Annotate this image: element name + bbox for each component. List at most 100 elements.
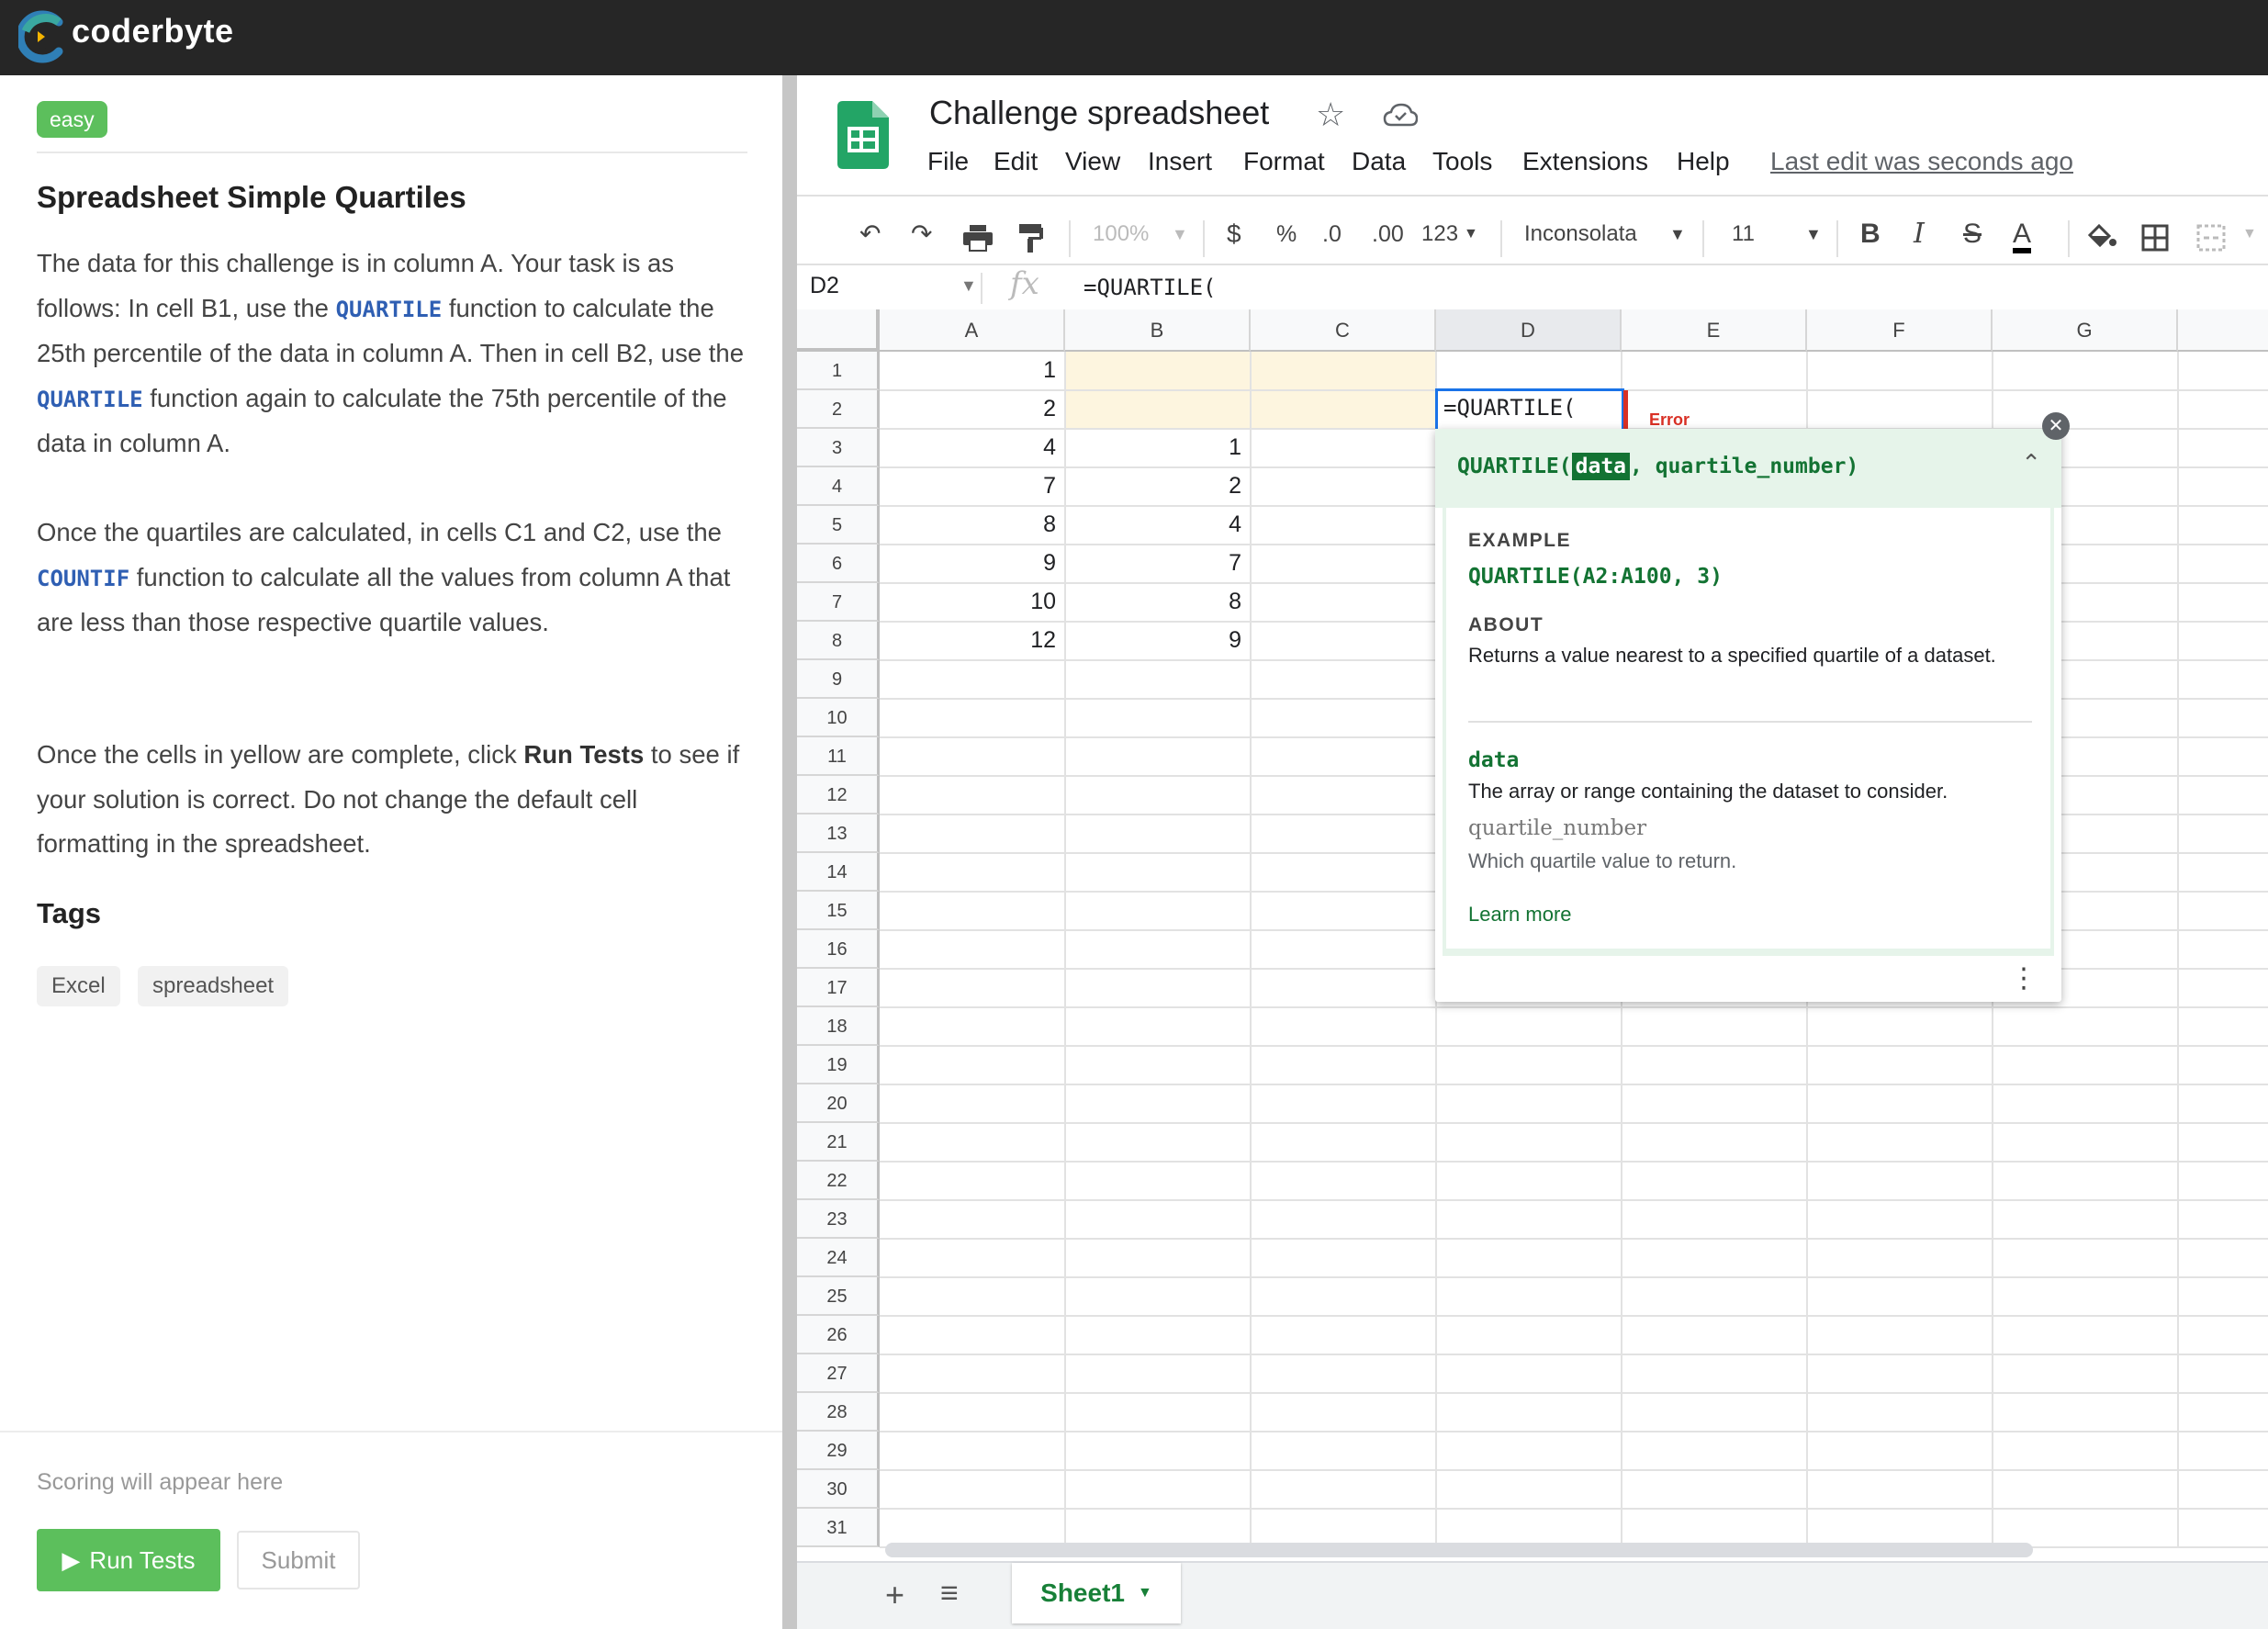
row-header-9[interactable]: 9 bbox=[797, 660, 880, 699]
panel-resize-handle[interactable] bbox=[782, 75, 797, 1629]
brand-name[interactable]: coderbyte bbox=[72, 12, 234, 51]
row-header-8[interactable]: 8 bbox=[797, 622, 880, 660]
list-icon[interactable]: ≡ bbox=[940, 1576, 959, 1612]
cell-a3[interactable]: 4 bbox=[880, 434, 1056, 461]
run-tests-button[interactable]: ▶ Run Tests bbox=[37, 1529, 220, 1591]
cell-b3[interactable]: 1 bbox=[1065, 434, 1241, 461]
row-header-14[interactable]: 14 bbox=[797, 853, 880, 892]
more-formats-button[interactable]: 123 bbox=[1421, 211, 1458, 257]
menu-view[interactable]: View bbox=[1065, 147, 1120, 176]
cloud-icon[interactable] bbox=[1383, 101, 1418, 129]
paint-format-icon[interactable] bbox=[1017, 222, 1045, 253]
column-header-h[interactable] bbox=[2178, 309, 2268, 352]
percent-format-button[interactable]: % bbox=[1276, 211, 1297, 257]
coderbyte-logo-icon[interactable] bbox=[18, 9, 66, 64]
plus-icon[interactable]: + bbox=[885, 1576, 904, 1614]
row-header-6[interactable]: 6 bbox=[797, 545, 880, 583]
print-icon[interactable] bbox=[962, 224, 994, 252]
row-header-3[interactable]: 3 bbox=[797, 429, 880, 467]
menu-data[interactable]: Data bbox=[1352, 147, 1406, 176]
currency-format-button[interactable]: $ bbox=[1227, 211, 1241, 257]
row-header-12[interactable]: 12 bbox=[797, 776, 880, 814]
cell-a8[interactable]: 12 bbox=[880, 627, 1056, 654]
decrease-decimal-button[interactable]: .0 bbox=[1322, 211, 1342, 257]
row-header-28[interactable]: 28 bbox=[797, 1393, 880, 1432]
cell-b5[interactable]: 4 bbox=[1065, 511, 1241, 538]
menu-file[interactable]: File bbox=[927, 147, 969, 176]
more-vert-icon[interactable]: ⋮ bbox=[2010, 962, 2038, 994]
row-header-22[interactable]: 22 bbox=[797, 1162, 880, 1200]
column-header-a[interactable]: A bbox=[880, 309, 1065, 352]
column-header-b[interactable]: B bbox=[1065, 309, 1251, 352]
column-header-e[interactable]: E bbox=[1622, 309, 1807, 352]
row-header-21[interactable]: 21 bbox=[797, 1123, 880, 1162]
cell-a5[interactable]: 8 bbox=[880, 511, 1056, 538]
row-header-5[interactable]: 5 bbox=[797, 506, 880, 545]
document-title[interactable]: Challenge spreadsheet bbox=[929, 94, 1269, 132]
cell-a7[interactable]: 10 bbox=[880, 589, 1056, 615]
strikethrough-icon[interactable]: S bbox=[1963, 211, 1982, 257]
menu-extensions[interactable]: Extensions bbox=[1522, 147, 1648, 176]
row-header-20[interactable]: 20 bbox=[797, 1084, 880, 1123]
active-cell-editor[interactable]: =QUARTILE( bbox=[1435, 388, 1624, 433]
cell-b4[interactable]: 2 bbox=[1065, 473, 1241, 500]
row-header-31[interactable]: 31 bbox=[797, 1509, 880, 1547]
bold-icon[interactable]: B bbox=[1860, 211, 1881, 257]
last-edit-link[interactable]: Last edit was seconds ago bbox=[1770, 147, 2073, 176]
cell-b8[interactable]: 9 bbox=[1065, 627, 1241, 654]
row-header-27[interactable]: 27 bbox=[797, 1354, 880, 1393]
italic-icon[interactable]: I bbox=[1914, 211, 1925, 257]
formula-input[interactable]: =QUARTILE( bbox=[1083, 275, 1217, 300]
star-icon[interactable]: ☆ bbox=[1316, 95, 1345, 134]
row-header-23[interactable]: 23 bbox=[797, 1200, 880, 1239]
fill-color-icon[interactable] bbox=[2086, 222, 2117, 250]
text-color-icon[interactable]: A bbox=[2013, 211, 2032, 253]
tag-spreadsheet[interactable]: spreadsheet bbox=[138, 966, 289, 1006]
cell-a6[interactable]: 9 bbox=[880, 550, 1056, 577]
row-header-13[interactable]: 13 bbox=[797, 814, 880, 853]
redo-icon[interactable]: ↷ bbox=[911, 211, 932, 257]
column-header-g[interactable]: G bbox=[1993, 309, 2178, 352]
menu-format[interactable]: Format bbox=[1243, 147, 1325, 176]
row-header-1[interactable]: 1 bbox=[797, 352, 880, 390]
sheets-logo-icon[interactable] bbox=[837, 101, 889, 169]
font-family-select[interactable]: Inconsolata bbox=[1524, 211, 1637, 257]
chevron-up-icon[interactable]: ⌃ bbox=[2021, 449, 2041, 477]
menu-edit[interactable]: Edit bbox=[994, 147, 1038, 176]
row-header-4[interactable]: 4 bbox=[797, 467, 880, 506]
menu-insert[interactable]: Insert bbox=[1148, 147, 1212, 176]
tag-excel[interactable]: Excel bbox=[37, 966, 120, 1006]
submit-button[interactable]: Submit bbox=[237, 1531, 360, 1590]
cell-b6[interactable]: 7 bbox=[1065, 550, 1241, 577]
row-header-11[interactable]: 11 bbox=[797, 737, 880, 776]
menu-help[interactable]: Help bbox=[1677, 147, 1730, 176]
help-header[interactable]: QUARTILE(data, quartile_number) ⌃ bbox=[1435, 429, 2061, 508]
sheet-tab-sheet1[interactable]: Sheet1 ▼ bbox=[1012, 1563, 1181, 1623]
row-header-10[interactable]: 10 bbox=[797, 699, 880, 737]
row-header-15[interactable]: 15 bbox=[797, 892, 880, 930]
cell-grid[interactable]: A B C D E F G 1 2 3 4 5 6 7 8 9 10 11 12 13 14 15 16 17 18 19 20 21… bbox=[797, 309, 2268, 1548]
zoom-select[interactable]: 100% bbox=[1093, 211, 1149, 257]
select-all-corner[interactable] bbox=[797, 309, 880, 352]
column-header-f[interactable]: F bbox=[1807, 309, 1993, 352]
row-header-16[interactable]: 16 bbox=[797, 930, 880, 969]
close-icon[interactable]: ✕ bbox=[2042, 412, 2070, 440]
row-header-26[interactable]: 26 bbox=[797, 1316, 880, 1354]
row-header-2[interactable]: 2 bbox=[797, 390, 880, 429]
cell-a2[interactable]: 2 bbox=[880, 396, 1056, 422]
increase-decimal-button[interactable]: .00 bbox=[1372, 211, 1404, 257]
row-header-30[interactable]: 30 bbox=[797, 1470, 880, 1509]
undo-icon[interactable]: ↶ bbox=[859, 211, 881, 257]
row-header-7[interactable]: 7 bbox=[797, 583, 880, 622]
font-size-select[interactable]: 11 bbox=[1732, 211, 1755, 257]
name-box[interactable]: D2 bbox=[810, 273, 839, 299]
learn-more-link[interactable]: Learn more bbox=[1468, 901, 2032, 928]
borders-icon[interactable] bbox=[2141, 224, 2169, 252]
menu-tools[interactable]: Tools bbox=[1432, 147, 1492, 176]
row-header-24[interactable]: 24 bbox=[797, 1239, 880, 1277]
row-header-25[interactable]: 25 bbox=[797, 1277, 880, 1316]
chevron-down-icon[interactable]: ▼ bbox=[1138, 1585, 1152, 1601]
row-header-18[interactable]: 18 bbox=[797, 1007, 880, 1046]
column-header-c[interactable]: C bbox=[1251, 309, 1436, 352]
row-header-19[interactable]: 19 bbox=[797, 1046, 880, 1084]
